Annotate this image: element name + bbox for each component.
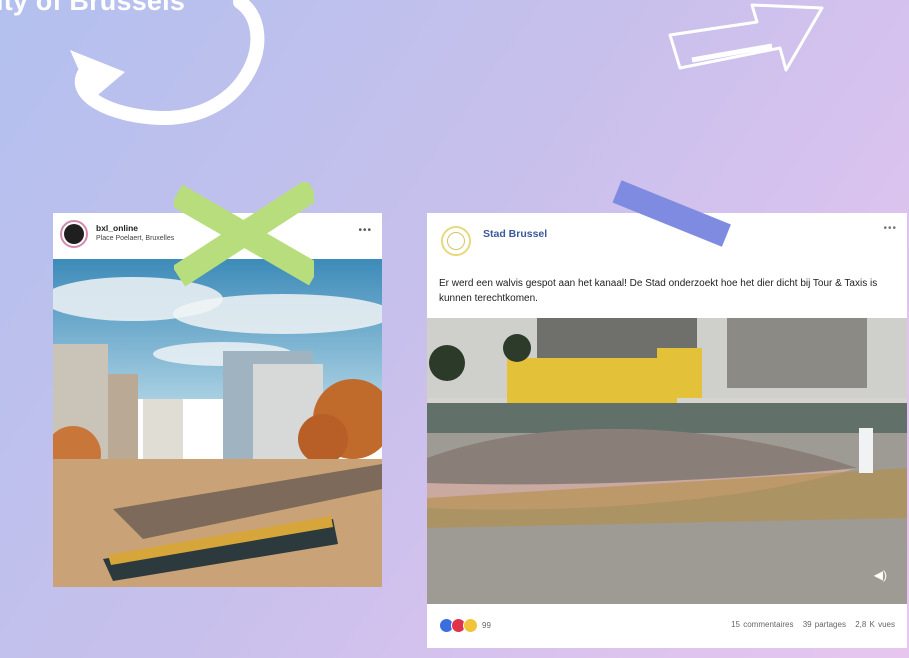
curved-arrow-icon xyxy=(70,0,265,126)
post-photo-city-street xyxy=(53,259,382,587)
avatar[interactable] xyxy=(60,220,88,248)
comments-count[interactable]: 15 commentaires xyxy=(731,620,793,629)
post-username[interactable]: bxl_online xyxy=(96,223,138,233)
green-tape-cross xyxy=(174,182,314,287)
post-photo-whale[interactable] xyxy=(427,318,907,604)
post-location[interactable]: Place Poelaert, Bruxelles xyxy=(96,235,174,242)
post-footer: 99 15 commentaires 39 partages 2,8 K vue… xyxy=(427,604,907,648)
wow-reaction-icon xyxy=(463,618,478,633)
shares-count[interactable]: 39 partages xyxy=(803,620,846,629)
more-options-icon[interactable]: ••• xyxy=(883,223,897,234)
more-options-icon[interactable]: ••• xyxy=(358,225,372,236)
page-name[interactable]: Stad Brussel xyxy=(483,228,547,240)
page-logo[interactable] xyxy=(441,226,471,256)
volume-icon[interactable]: ◀) xyxy=(874,568,887,582)
facebook-post-card[interactable]: Stad Brussel ••• Er werd een walvis gesp… xyxy=(427,213,907,648)
reactions-count: 99 xyxy=(482,621,491,630)
views-count: 2,8 K vues xyxy=(855,620,895,629)
blue-tape-strip xyxy=(612,180,731,247)
arrow-right-icon xyxy=(668,3,824,72)
post-text: Er werd een walvis gespot aan het kanaal… xyxy=(439,278,878,304)
post-stats: 15 commentaires 39 partages 2,8 K vues xyxy=(725,620,895,629)
reactions[interactable]: 99 xyxy=(439,618,491,633)
